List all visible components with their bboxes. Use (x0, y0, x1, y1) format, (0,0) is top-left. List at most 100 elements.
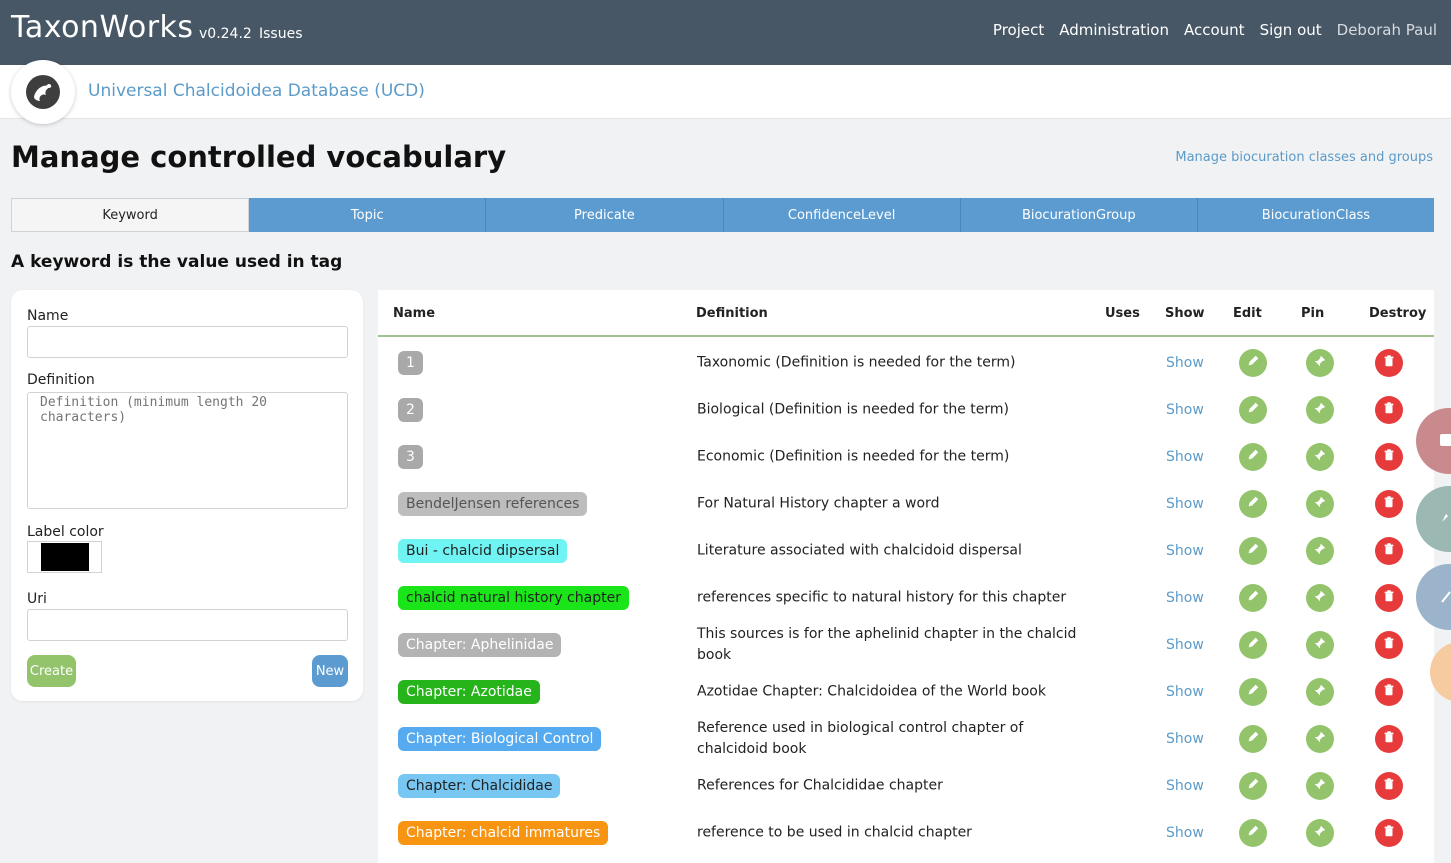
show-link[interactable]: Show (1166, 637, 1204, 653)
keyword-tag[interactable]: Chapter: Aphelinidae (398, 632, 562, 657)
destroy-button[interactable] (1375, 395, 1403, 424)
keyword-tag[interactable]: Chapter: Azotidae (398, 679, 540, 704)
pencil-icon (1246, 776, 1260, 795)
pin-button[interactable] (1306, 630, 1334, 659)
edit-button[interactable] (1239, 536, 1267, 565)
tab-biocuration-class[interactable]: BiocurationClass (1197, 198, 1435, 232)
table-header: Name Definition Uses Show Edit Pin Destr… (378, 290, 1434, 337)
show-link[interactable]: Show (1166, 825, 1204, 841)
tab-biocuration-group[interactable]: BiocurationGroup (960, 198, 1198, 232)
trash-icon (1382, 541, 1396, 560)
nav-account[interactable]: Account (1184, 21, 1245, 39)
show-link[interactable]: Show (1166, 684, 1204, 700)
destroy-button[interactable] (1375, 677, 1403, 706)
pin-button[interactable] (1306, 583, 1334, 612)
keyword-tag[interactable]: 3 (398, 444, 423, 469)
show-link[interactable]: Show (1166, 496, 1204, 512)
create-button[interactable]: Create (27, 655, 76, 687)
pencil-icon (1246, 823, 1260, 842)
pin-icon (1313, 776, 1327, 795)
destroy-button[interactable] (1375, 724, 1403, 753)
tab-keyword[interactable]: Keyword (11, 198, 250, 232)
edit-button[interactable] (1239, 818, 1267, 847)
destroy-button[interactable] (1375, 630, 1403, 659)
pin-icon (1442, 514, 1450, 522)
pin-button[interactable] (1306, 724, 1334, 753)
show-link[interactable]: Show (1166, 731, 1204, 747)
keyword-tag[interactable]: 2 (398, 397, 423, 422)
header-destroy: Destroy (1369, 306, 1427, 321)
pin-button[interactable] (1306, 395, 1334, 424)
show-link[interactable]: Show (1166, 778, 1204, 794)
nav-project[interactable]: Project (993, 21, 1044, 39)
trash-icon (1382, 494, 1396, 513)
nav-sign-out[interactable]: Sign out (1260, 21, 1322, 39)
destroy-button[interactable] (1375, 442, 1403, 471)
edit-button[interactable] (1239, 442, 1267, 471)
keyword-tag[interactable]: BendelJensen references (398, 491, 588, 516)
name-input[interactable] (27, 326, 348, 358)
brand-logo[interactable]: TaxonWorks (11, 10, 194, 45)
edit-button[interactable] (1239, 677, 1267, 706)
tab-topic[interactable]: Topic (249, 198, 487, 232)
destroy-button[interactable] (1375, 489, 1403, 518)
pin-button[interactable] (1306, 489, 1334, 518)
pin-button[interactable] (1306, 677, 1334, 706)
edit-button[interactable] (1239, 395, 1267, 424)
pin-button[interactable] (1306, 536, 1334, 565)
destroy-button[interactable] (1375, 771, 1403, 800)
issues-link[interactable]: Issues (259, 26, 303, 42)
keyword-tag[interactable]: chalcid natural history chapter (398, 585, 629, 610)
keyword-tag[interactable]: Chapter: Chalcididae (398, 773, 561, 798)
pin-button[interactable] (1306, 348, 1334, 377)
keyword-tag[interactable]: Bui - chalcid dipsersal (398, 538, 568, 563)
edit-button[interactable] (1239, 630, 1267, 659)
pin-icon (1313, 823, 1327, 842)
keyword-tag[interactable]: Chapter: chalcid immatures (398, 820, 609, 845)
edit-button[interactable] (1239, 724, 1267, 753)
project-name[interactable]: Universal Chalcidoidea Database (UCD) (88, 81, 425, 101)
manage-biocuration-link[interactable]: Manage biocuration classes and groups (1175, 150, 1433, 165)
destroy-button[interactable] (1375, 818, 1403, 847)
pin-icon (1313, 353, 1327, 372)
keyword-definition: Azotidae Chapter: Chalcidoidea of the Wo… (697, 683, 1046, 699)
trash-icon (1382, 729, 1396, 748)
top-nav: Project Administration Account Sign out … (993, 21, 1437, 39)
tab-confidence-level[interactable]: ConfidenceLevel (723, 198, 961, 232)
pin-button[interactable] (1306, 442, 1334, 471)
show-link[interactable]: Show (1166, 590, 1204, 606)
show-link[interactable]: Show (1166, 402, 1204, 418)
project-logo[interactable] (11, 60, 75, 124)
new-button[interactable]: New (312, 655, 348, 687)
pin-button[interactable] (1306, 771, 1334, 800)
edit-button[interactable] (1239, 583, 1267, 612)
keyword-definition: Biological (Definition is needed for the… (697, 401, 1010, 417)
clip-icon (1441, 591, 1451, 603)
uri-input[interactable] (27, 609, 348, 641)
definition-input[interactable] (27, 392, 348, 509)
pin-icon (1313, 541, 1327, 560)
edit-button[interactable] (1239, 348, 1267, 377)
header-pin: Pin (1301, 306, 1325, 321)
label-color-swatch (40, 543, 89, 571)
edit-button[interactable] (1239, 489, 1267, 518)
destroy-button[interactable] (1375, 583, 1403, 612)
destroy-button[interactable] (1375, 536, 1403, 565)
keyword-tag[interactable]: 1 (398, 350, 423, 375)
nav-administration[interactable]: Administration (1059, 21, 1169, 39)
section-subtitle: A keyword is the value used in tag (11, 252, 343, 272)
keyword-tag[interactable]: Chapter: Biological Control (398, 726, 602, 751)
show-link[interactable]: Show (1166, 543, 1204, 559)
top-bar: TaxonWorks v0.24.2 Issues Project Admini… (0, 0, 1451, 65)
table-row: Chapter: Chalcididae References for Chalc… (378, 762, 1434, 809)
show-link[interactable]: Show (1166, 449, 1204, 465)
user-name[interactable]: Deborah Paul (1337, 21, 1437, 39)
label-color-picker[interactable] (27, 541, 102, 573)
edit-button[interactable] (1239, 771, 1267, 800)
show-link[interactable]: Show (1166, 355, 1204, 371)
pin-button[interactable] (1306, 818, 1334, 847)
tab-predicate[interactable]: Predicate (486, 198, 724, 232)
destroy-button[interactable] (1375, 348, 1403, 377)
project-bar: Universal Chalcidoidea Database (UCD) (0, 60, 1451, 124)
trash-icon (1382, 635, 1396, 654)
